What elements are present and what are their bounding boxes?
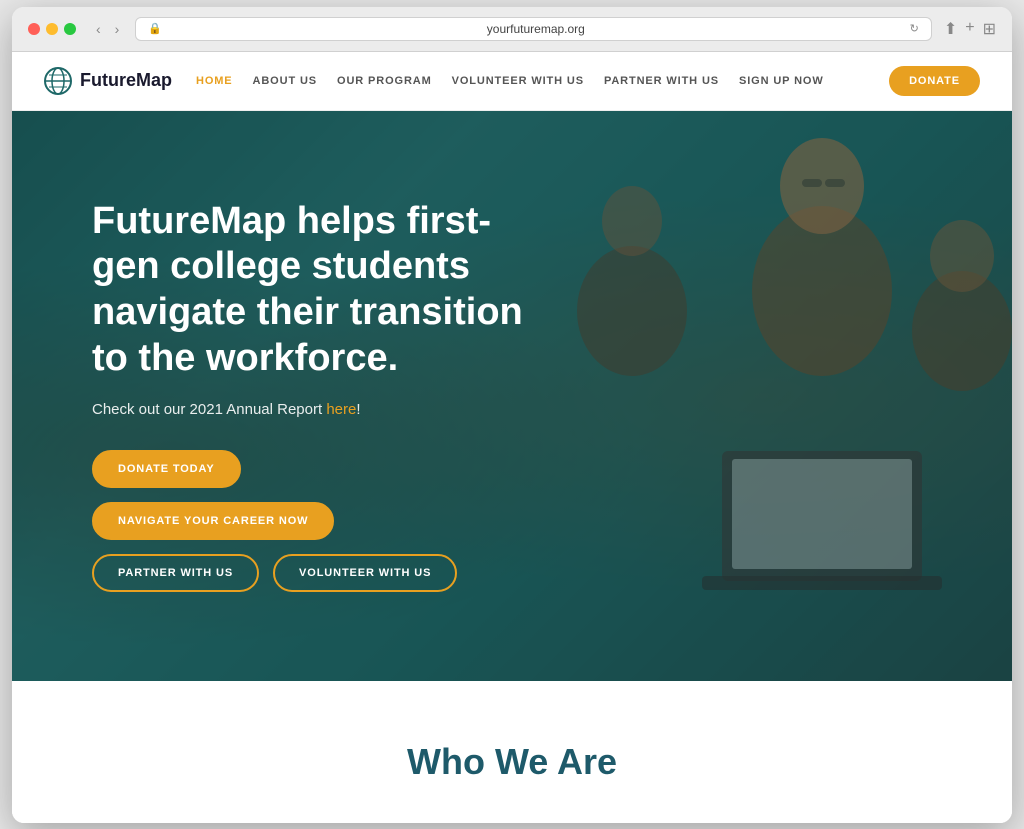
browser-nav-buttons: ‹ › <box>92 19 123 39</box>
hero-subtitle-suffix: ! <box>356 401 360 418</box>
volunteer-button[interactable]: VOLUNTEER WITH US <box>273 554 457 592</box>
browser-window: ‹ › 🔒 yourfuturemap.org ↻ ⬆ + ⊞ <box>12 7 1012 823</box>
close-icon[interactable] <box>28 23 40 35</box>
hero-title: FutureMap helps first-gen college studen… <box>92 199 552 381</box>
extensions-icon[interactable]: ⊞ <box>983 19 996 39</box>
hero-btn-row-2: PARTNER WITH US VOLUNTEER WITH US <box>92 554 457 592</box>
website: FutureMap HOME ABOUT US OUR PROGRAM VOLU… <box>12 52 1012 823</box>
nav-volunteer[interactable]: VOLUNTEER WITH US <box>452 75 584 87</box>
hero-section: FutureMap helps first-gen college studen… <box>12 111 1012 681</box>
refresh-icon: ↻ <box>910 22 919 35</box>
partner-button[interactable]: PARTNER WITH US <box>92 554 259 592</box>
new-tab-icon[interactable]: + <box>965 19 974 39</box>
nav-home[interactable]: HOME <box>196 75 233 87</box>
hero-subtitle: Check out our 2021 Annual Report here! <box>92 401 552 418</box>
nav-about[interactable]: ABOUT US <box>253 75 317 87</box>
main-nav: HOME ABOUT US OUR PROGRAM VOLUNTEER WITH… <box>196 66 980 96</box>
nav-program[interactable]: OUR PROGRAM <box>337 75 432 87</box>
hero-content: FutureMap helps first-gen college studen… <box>12 139 632 652</box>
back-button[interactable]: ‹ <box>92 19 105 39</box>
who-we-are-section: Who We Are <box>12 681 1012 823</box>
browser-titlebar: ‹ › 🔒 yourfuturemap.org ↻ ⬆ + ⊞ <box>12 7 1012 52</box>
logo-icon <box>44 67 72 95</box>
donate-today-button[interactable]: DONATE TODAY <box>92 450 241 488</box>
share-icon[interactable]: ⬆ <box>944 19 957 39</box>
url-text: yourfuturemap.org <box>168 22 904 36</box>
hero-buttons: DONATE TODAY NAVIGATE YOUR CAREER NOW PA… <box>92 450 552 592</box>
address-bar[interactable]: 🔒 yourfuturemap.org ↻ <box>135 17 932 41</box>
header-donate-button[interactable]: DONATE <box>889 66 980 96</box>
lock-icon: 🔒 <box>148 22 162 35</box>
site-header: FutureMap HOME ABOUT US OUR PROGRAM VOLU… <box>12 52 1012 111</box>
logo-text: FutureMap <box>80 70 172 91</box>
minimize-icon[interactable] <box>46 23 58 35</box>
browser-traffic-lights <box>28 23 76 35</box>
browser-actions: ⬆ + ⊞ <box>944 19 996 39</box>
logo-link[interactable]: FutureMap <box>44 67 172 95</box>
navigate-career-button[interactable]: NAVIGATE YOUR CAREER NOW <box>92 502 334 540</box>
forward-button[interactable]: › <box>111 19 124 39</box>
nav-partner[interactable]: PARTNER WITH US <box>604 75 719 87</box>
nav-signup[interactable]: SIGN UP NOW <box>739 75 824 87</box>
who-we-are-title: Who We Are <box>44 741 980 783</box>
maximize-icon[interactable] <box>64 23 76 35</box>
hero-subtitle-prefix: Check out our 2021 Annual Report <box>92 401 326 418</box>
annual-report-link[interactable]: here <box>326 401 356 418</box>
